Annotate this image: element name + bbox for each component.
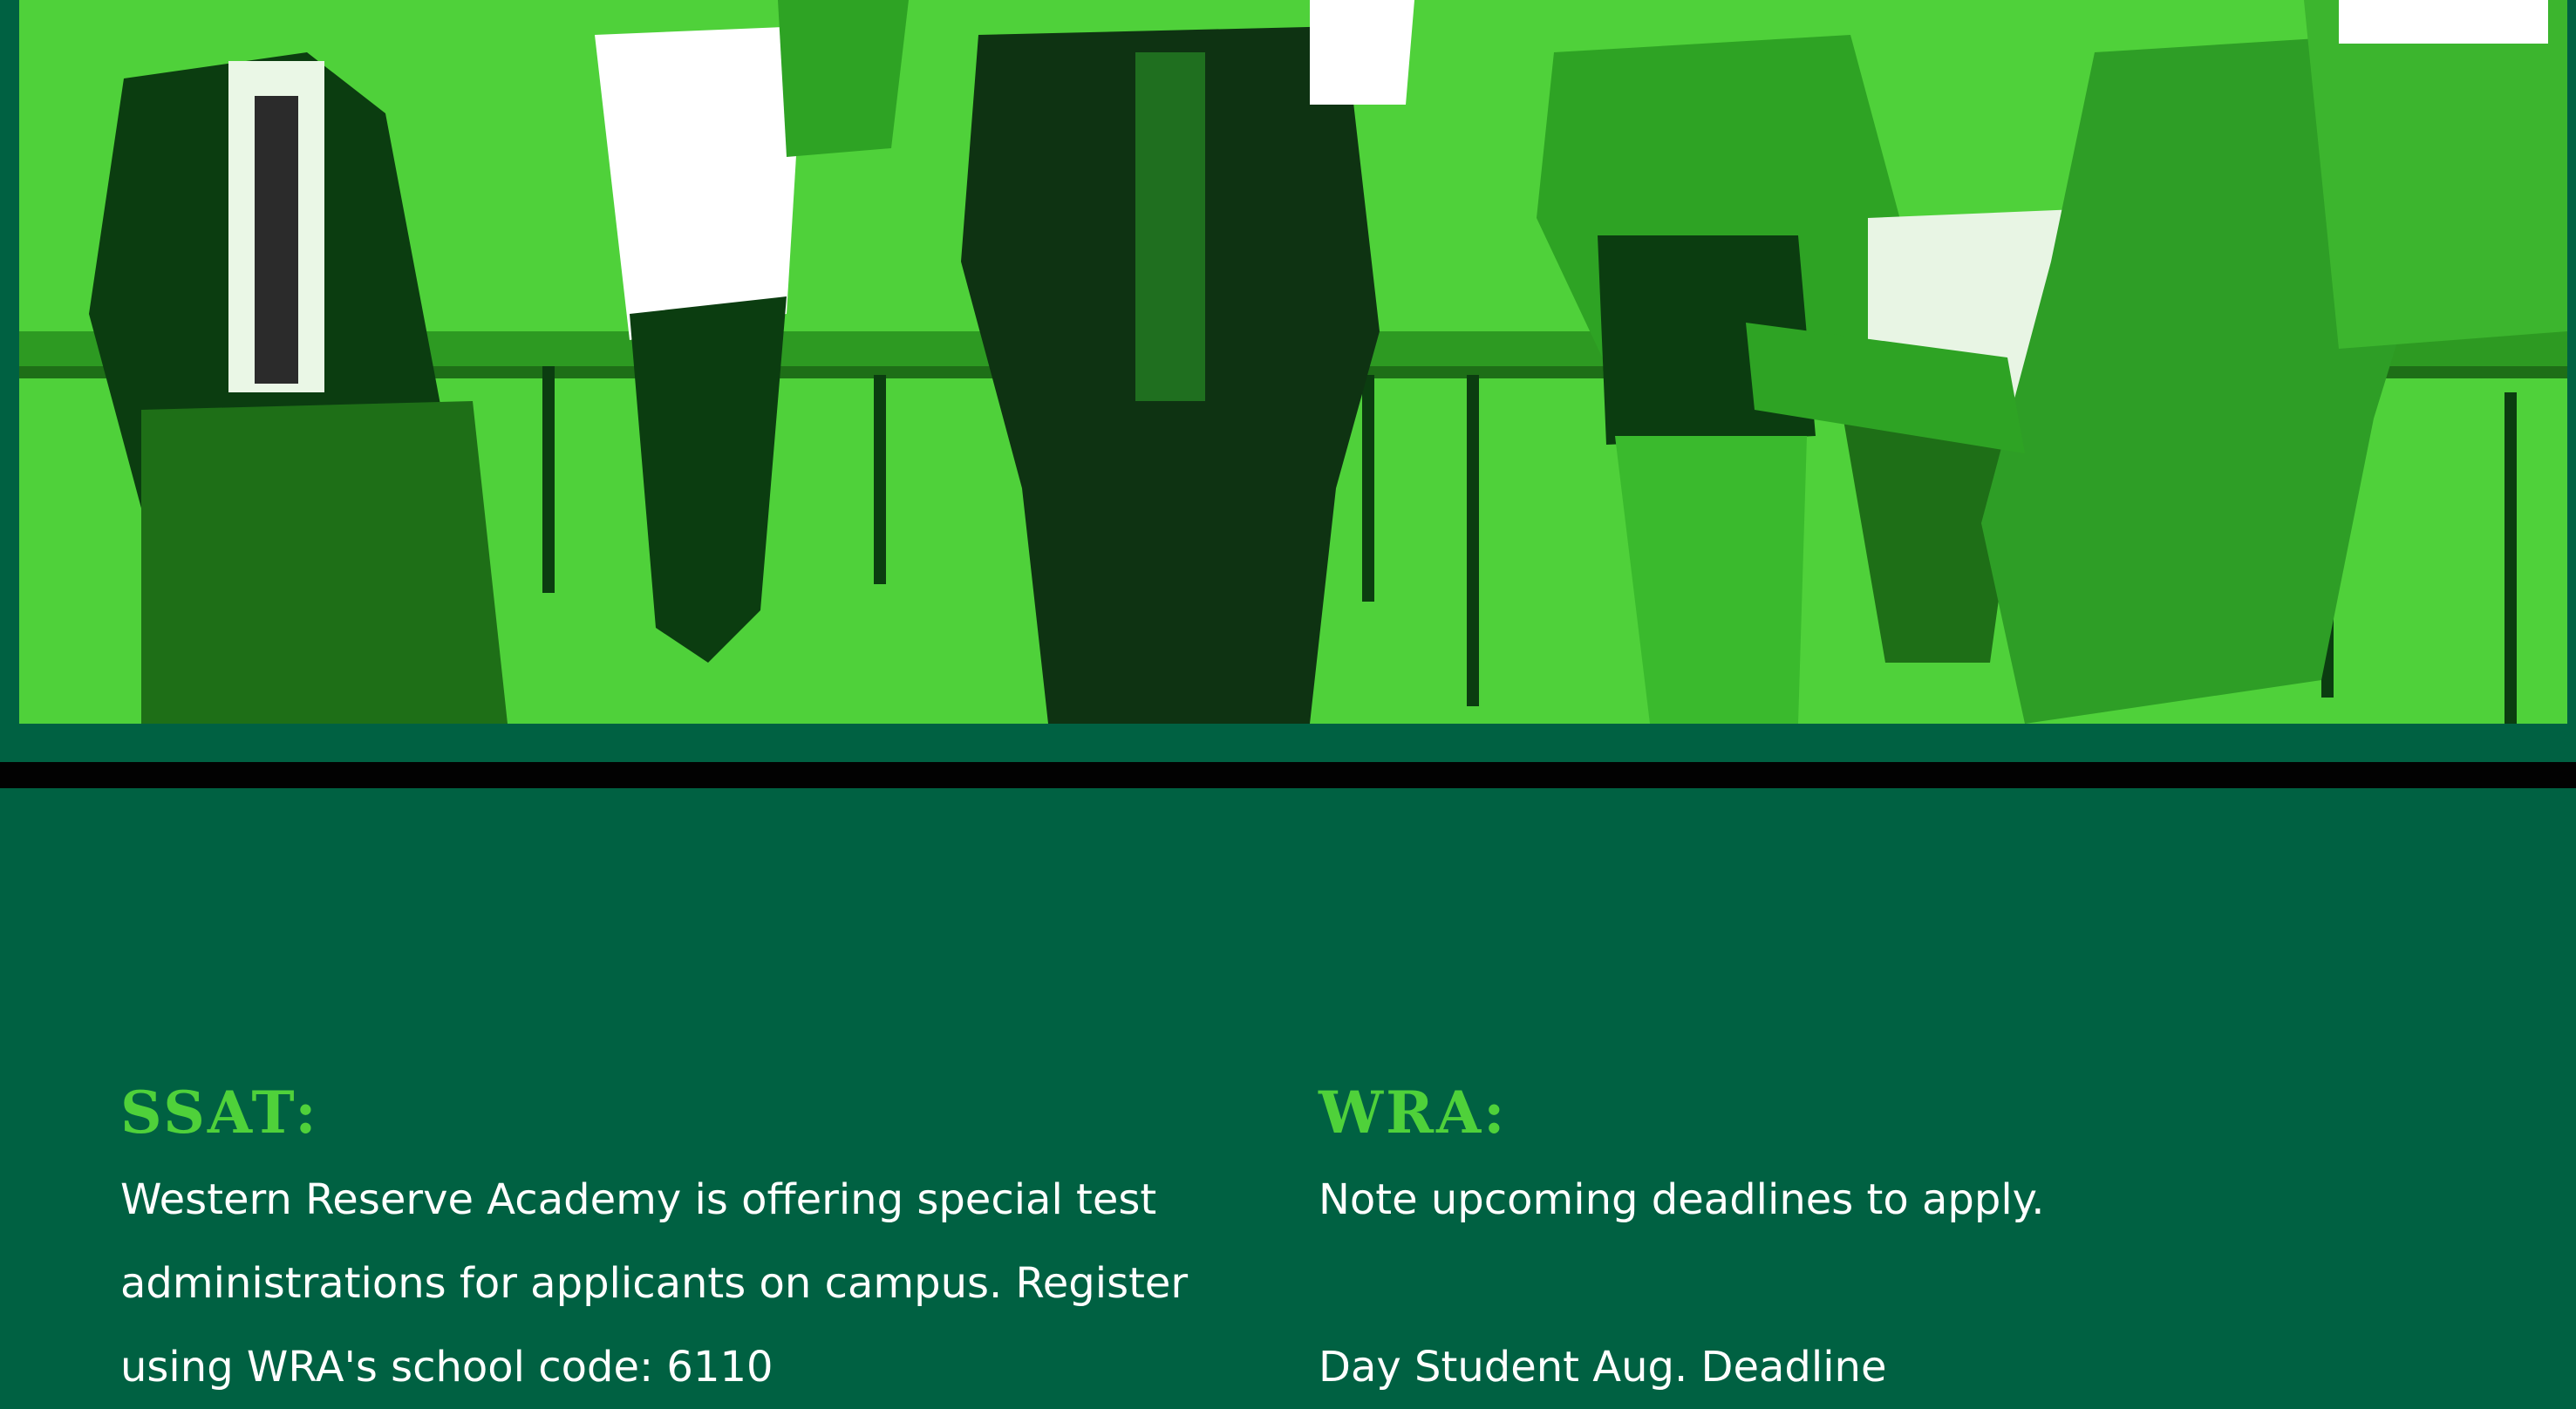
ssat-description: Western Reserve Academy is offering spec… (120, 1158, 1254, 1409)
wra-heading: WRA: (1319, 1079, 1508, 1147)
section-divider (0, 762, 2576, 788)
hero-photo (19, 0, 2567, 724)
wra-column: WRA: Note upcoming deadlines to apply. D… (1319, 1076, 2452, 1409)
ssat-line-2: administrations for applicants on campus… (120, 1259, 1189, 1308)
ssat-line-3: using WRA's school code: 6110 (120, 1343, 773, 1392)
wra-note: Note upcoming deadlines to apply. (1319, 1175, 2045, 1224)
ssat-heading: SSAT: (120, 1079, 319, 1147)
ssat-column: SSAT: Western Reserve Academy is offerin… (120, 1076, 1254, 1409)
hero-photo-illustration (19, 0, 2567, 724)
ssat-line-1: Western Reserve Academy is offering spec… (120, 1175, 1157, 1224)
info-section: SSAT: Western Reserve Academy is offerin… (0, 788, 2576, 1392)
hero-section (0, 0, 2576, 762)
wra-deadline-heading: Day Student Aug. Deadline (1319, 1343, 1887, 1392)
